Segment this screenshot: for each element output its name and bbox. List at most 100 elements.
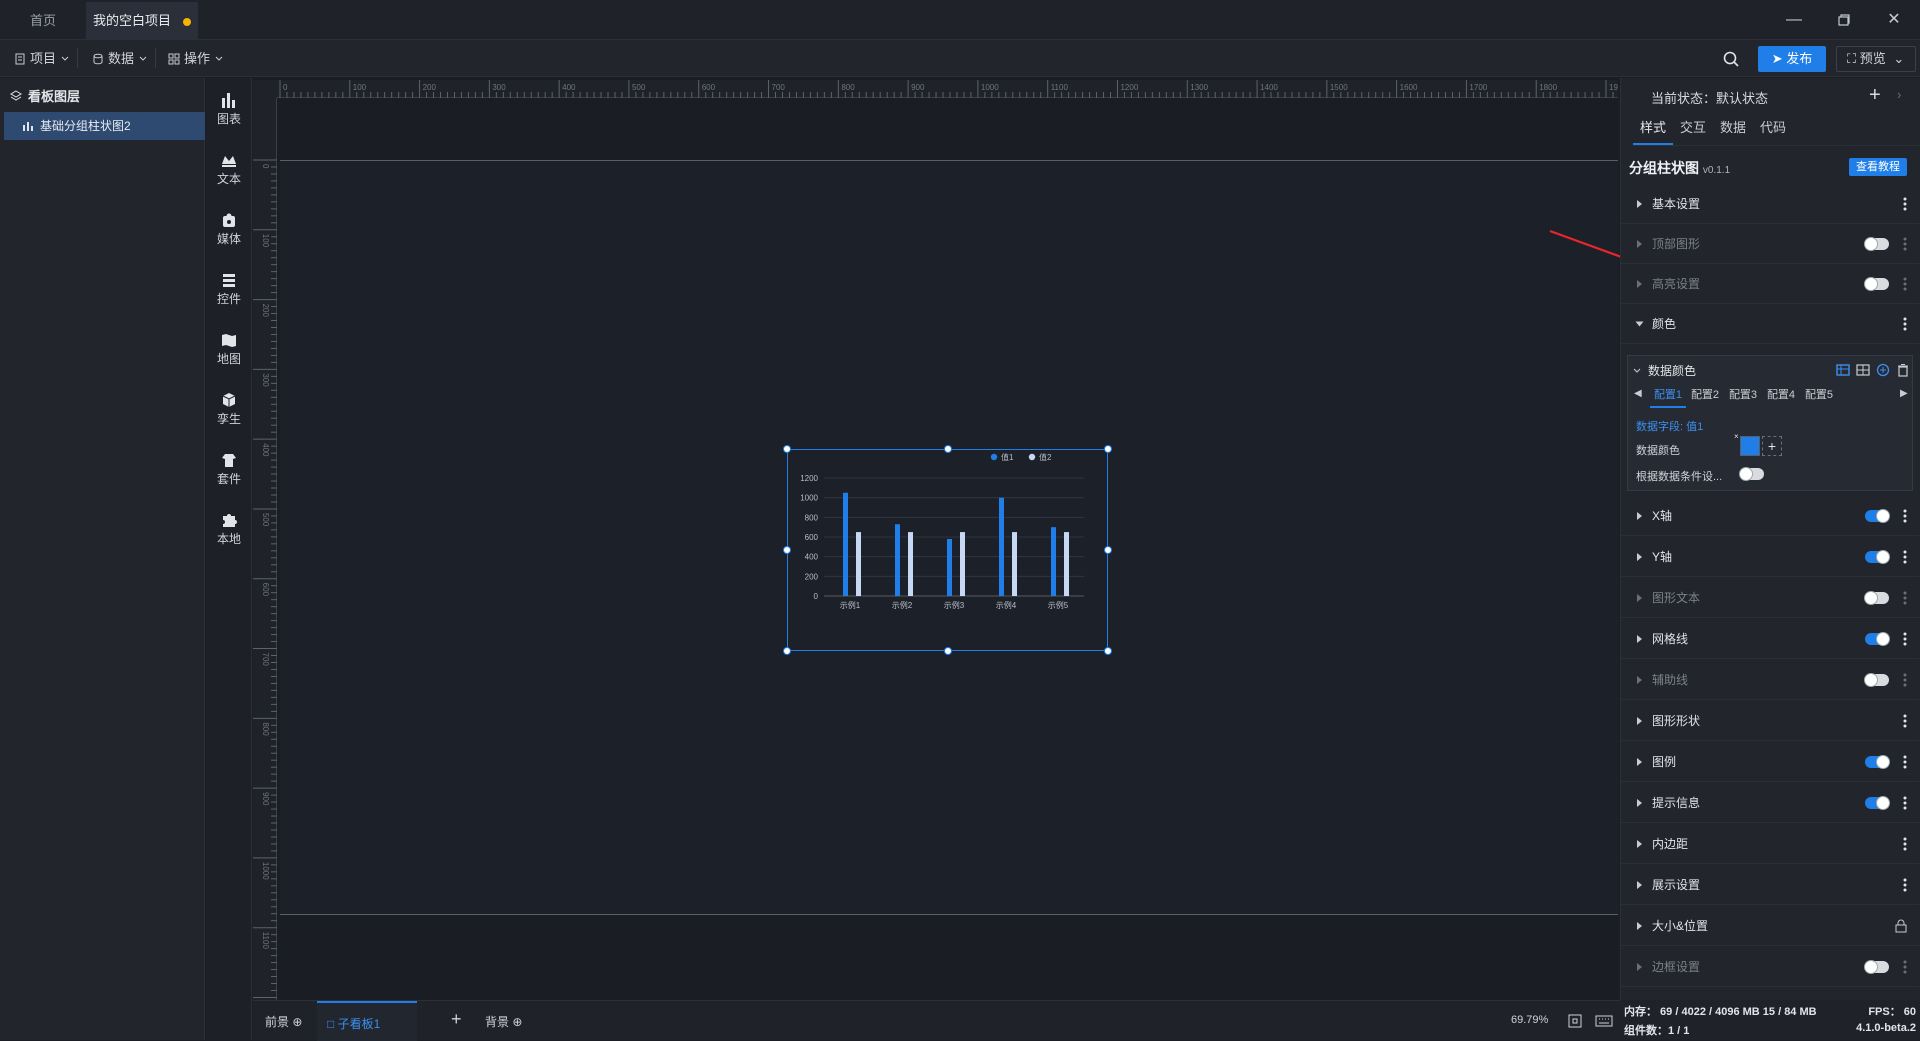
- section-toggle[interactable]: [1865, 510, 1889, 522]
- more-icon[interactable]: [1903, 959, 1907, 975]
- more-icon[interactable]: [1903, 276, 1907, 292]
- foreground-tab[interactable]: 前景 ⊕: [265, 1013, 302, 1030]
- bottom-section-5[interactable]: 图形形状: [1621, 701, 1919, 741]
- config-next-icon[interactable]: ▶: [1900, 388, 1908, 399]
- section-toggle[interactable]: [1865, 278, 1889, 290]
- layer-item[interactable]: 基础分组柱状图2: [4, 112, 205, 140]
- close-icon[interactable]: ✕: [1882, 8, 1906, 32]
- iconbar-local[interactable]: 本地: [206, 508, 252, 556]
- iconbar-text[interactable]: 文本: [206, 148, 252, 196]
- add-circle-icon[interactable]: ⊕: [512, 1015, 522, 1029]
- bottom-section-11[interactable]: 边框设置: [1621, 947, 1919, 987]
- more-icon[interactable]: [1903, 631, 1907, 647]
- table-icon[interactable]: [1836, 363, 1850, 377]
- search-icon[interactable]: [1722, 50, 1740, 68]
- preview-button[interactable]: ⛶ 预览 ⌄: [1836, 46, 1916, 72]
- subboard-tab[interactable]: □ 子看板1: [317, 1001, 417, 1041]
- keyboard-icon[interactable]: [1595, 1013, 1613, 1029]
- menu-project[interactable]: 项目: [14, 40, 79, 77]
- config-tab-3[interactable]: 配置3: [1724, 386, 1762, 402]
- add-circle-icon[interactable]: [1876, 363, 1890, 377]
- section-toggle[interactable]: [1865, 797, 1889, 809]
- lock-icon[interactable]: [1895, 919, 1907, 933]
- board[interactable]: 0 200 400 600 800 1000 1200 示例1 示例2 示例3 示例4 示例5 值1 值2: [280, 160, 1618, 915]
- more-icon[interactable]: [1903, 877, 1907, 893]
- resize-handle[interactable]: [783, 647, 791, 655]
- background-tab[interactable]: 背景 ⊕: [485, 1013, 522, 1030]
- more-icon[interactable]: [1903, 316, 1907, 332]
- more-icon[interactable]: [1903, 196, 1907, 212]
- iconbar-twin[interactable]: 孪生: [206, 388, 252, 436]
- resize-handle[interactable]: [1104, 647, 1112, 655]
- section-toggle[interactable]: [1865, 238, 1889, 250]
- section-toggle[interactable]: [1865, 756, 1889, 768]
- bottom-section-2[interactable]: 图形文本: [1621, 578, 1919, 618]
- zoom-level[interactable]: 69.79%: [1511, 1014, 1548, 1026]
- publish-button[interactable]: ➤ 发布: [1758, 46, 1826, 72]
- iconbar-chart[interactable]: 图表: [206, 88, 252, 136]
- more-icon[interactable]: [1903, 713, 1907, 729]
- resize-handle[interactable]: [1104, 445, 1112, 453]
- tab-code[interactable]: 代码: [1753, 112, 1793, 145]
- more-icon[interactable]: [1903, 795, 1907, 811]
- resize-handle[interactable]: [783, 546, 791, 554]
- menu-data[interactable]: 数据: [92, 40, 157, 77]
- iconbar-media[interactable]: 媒体: [206, 208, 252, 256]
- iconbar-widget[interactable]: 控件: [206, 268, 252, 316]
- bottom-section-6[interactable]: 图例: [1621, 742, 1919, 782]
- more-icon[interactable]: [1903, 236, 1907, 252]
- tab-project[interactable]: 我的空白项目: [86, 2, 198, 40]
- more-icon[interactable]: [1903, 836, 1907, 852]
- chart-widget[interactable]: 0 200 400 600 800 1000 1200 示例1 示例2 示例3 示例4 示例5 值1 值2: [787, 449, 1108, 651]
- iconbar-kit[interactable]: 套件: [206, 448, 252, 496]
- config-tab-1[interactable]: 配置1: [1650, 386, 1686, 408]
- add-circle-icon[interactable]: ⊕: [292, 1015, 302, 1029]
- bottom-section-9[interactable]: 展示设置: [1621, 865, 1919, 905]
- config-tab-5[interactable]: 配置5: [1800, 386, 1838, 402]
- resize-handle[interactable]: [783, 445, 791, 453]
- section-toggle[interactable]: [1865, 633, 1889, 645]
- top-section-0[interactable]: 基本设置: [1621, 184, 1919, 224]
- bottom-section-0[interactable]: X轴: [1621, 496, 1919, 536]
- bottom-section-4[interactable]: 辅助线: [1621, 660, 1919, 700]
- section-toggle[interactable]: [1865, 674, 1889, 686]
- iconbar-map[interactable]: 地图: [206, 328, 252, 376]
- bottom-section-7[interactable]: 提示信息: [1621, 783, 1919, 823]
- trash-icon[interactable]: [1896, 363, 1910, 377]
- tutorial-button[interactable]: 查看教程: [1849, 158, 1907, 176]
- tab-home[interactable]: 首页: [0, 2, 86, 40]
- remove-color-icon[interactable]: ×: [1734, 432, 1739, 441]
- bottom-section-3[interactable]: 网格线: [1621, 619, 1919, 659]
- resize-handle[interactable]: [1104, 546, 1112, 554]
- more-icon[interactable]: [1903, 549, 1907, 565]
- config-prev-icon[interactable]: ◀: [1634, 388, 1642, 399]
- bottom-section-8[interactable]: 内边距: [1621, 824, 1919, 864]
- tab-interaction[interactable]: 交互: [1673, 112, 1713, 145]
- config-tab-4[interactable]: 配置4: [1762, 386, 1800, 402]
- more-icon[interactable]: [1903, 508, 1907, 524]
- tab-data[interactable]: 数据: [1713, 112, 1753, 145]
- resize-handle[interactable]: [943, 647, 952, 655]
- top-section-3[interactable]: 颜色: [1621, 304, 1919, 344]
- chevron-right-icon[interactable]: ›: [1897, 87, 1901, 102]
- more-icon[interactable]: [1903, 590, 1907, 606]
- section-toggle[interactable]: [1865, 551, 1889, 563]
- more-icon[interactable]: [1903, 672, 1907, 688]
- fit-screen-icon[interactable]: [1567, 1013, 1583, 1029]
- add-state-icon[interactable]: +: [1869, 84, 1881, 107]
- resize-handle[interactable]: [943, 445, 952, 453]
- bottom-section-10[interactable]: 大小&位置: [1621, 906, 1919, 946]
- more-icon[interactable]: [1903, 754, 1907, 770]
- tab-style[interactable]: 样式: [1633, 112, 1673, 145]
- top-section-1[interactable]: 顶部图形: [1621, 224, 1919, 264]
- condition-toggle[interactable]: [1740, 468, 1764, 480]
- top-section-2[interactable]: 高亮设置: [1621, 264, 1919, 304]
- data-color-header[interactable]: 数据颜色: [1632, 362, 1696, 379]
- section-toggle[interactable]: [1865, 592, 1889, 604]
- minimize-icon[interactable]: —: [1782, 8, 1806, 32]
- add-subboard-icon[interactable]: +: [451, 1009, 462, 1030]
- restore-icon[interactable]: [1832, 8, 1856, 32]
- layout-icon[interactable]: [1856, 363, 1870, 377]
- color-swatch[interactable]: [1740, 436, 1760, 456]
- menu-operation[interactable]: 操作: [168, 40, 224, 77]
